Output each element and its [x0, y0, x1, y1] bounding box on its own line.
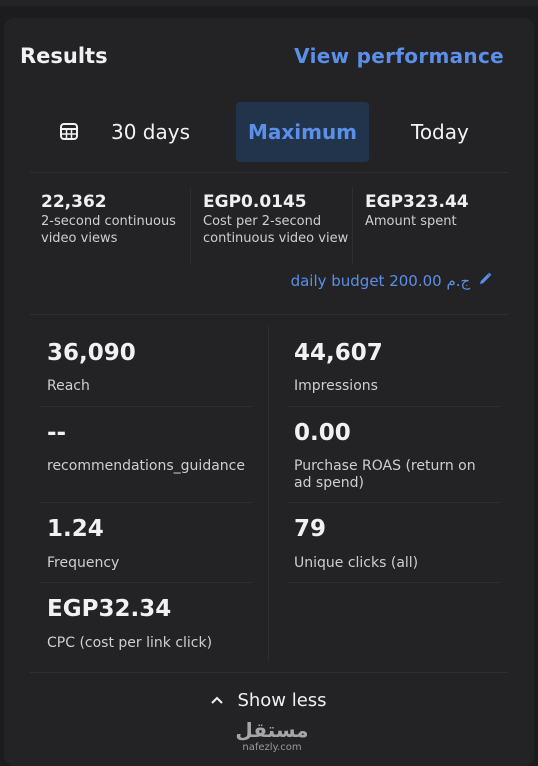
watermark-url: nafezly.com: [242, 742, 302, 753]
chevron-up-icon: [211, 692, 224, 708]
daily-budget-text: daily budget 200.00 ج.م: [290, 272, 471, 290]
show-less-button[interactable]: Show less: [0, 690, 538, 711]
top-edge: [0, 0, 538, 6]
divider: [40, 406, 252, 407]
view-performance-link[interactable]: View performance: [294, 44, 504, 68]
divider: [288, 502, 500, 503]
metric-amount-spent: EGP323.44 Amount spent: [365, 192, 505, 230]
unique-clicks-label: Unique clicks (all): [294, 555, 419, 571]
impressions-value: 44,607: [294, 340, 383, 366]
metric-cost-per-view: EGP0.0145 Cost per 2-second continuous v…: [203, 192, 349, 247]
daily-budget-link[interactable]: daily budget 200.00 ج.م: [291, 272, 492, 290]
purchase-roas-label: Purchase ROAS (return on ad spend): [294, 458, 476, 491]
reach-label: Reach: [47, 378, 90, 394]
divider: [40, 582, 252, 583]
recommendations-value: --: [47, 420, 67, 446]
divider: [30, 172, 508, 173]
metric-video-views: 22,362 2-second continuous video views: [41, 192, 181, 247]
date-range-selector: 30 days Maximum Today: [30, 102, 508, 164]
purchase-roas-value: 0.00: [294, 420, 351, 446]
metric-label: Cost per 2-second continuous video view: [203, 214, 349, 246]
metric-label: 2-second continuous video views: [41, 214, 176, 246]
metric-label: Amount spent: [365, 214, 457, 229]
results-title: Results: [20, 44, 108, 68]
range-maximum[interactable]: Maximum: [236, 102, 369, 162]
range-today[interactable]: Today: [411, 102, 469, 162]
metric-value: EGP323.44: [365, 192, 469, 212]
recommendations-label: recommendations_guidance: [47, 458, 245, 474]
metric-value: EGP0.0145: [203, 192, 307, 212]
frequency-value: 1.24: [47, 516, 104, 542]
cpc-value: EGP32.34: [47, 596, 172, 622]
watermark: مستقل nafezly.com: [232, 720, 312, 753]
pencil-icon: [480, 272, 492, 284]
divider: [30, 314, 508, 315]
divider: [288, 406, 500, 407]
reach-value: 36,090: [47, 340, 136, 366]
divider: [352, 188, 353, 264]
impressions-label: Impressions: [294, 378, 378, 394]
show-less-label: Show less: [237, 690, 327, 711]
divider: [268, 326, 269, 660]
unique-clicks-value: 79: [294, 516, 327, 542]
metric-value: 22,362: [41, 192, 107, 212]
divider: [30, 672, 508, 673]
cpc-label: CPC (cost per link click): [47, 635, 213, 651]
frequency-label: Frequency: [47, 555, 120, 571]
watermark-text: مستقل: [235, 718, 309, 742]
calendar-icon: [60, 123, 78, 140]
range-30-days-label: 30 days: [111, 120, 191, 144]
divider: [288, 582, 500, 583]
divider: [40, 502, 252, 503]
divider: [190, 188, 191, 264]
results-header: Results View performance: [20, 44, 506, 74]
